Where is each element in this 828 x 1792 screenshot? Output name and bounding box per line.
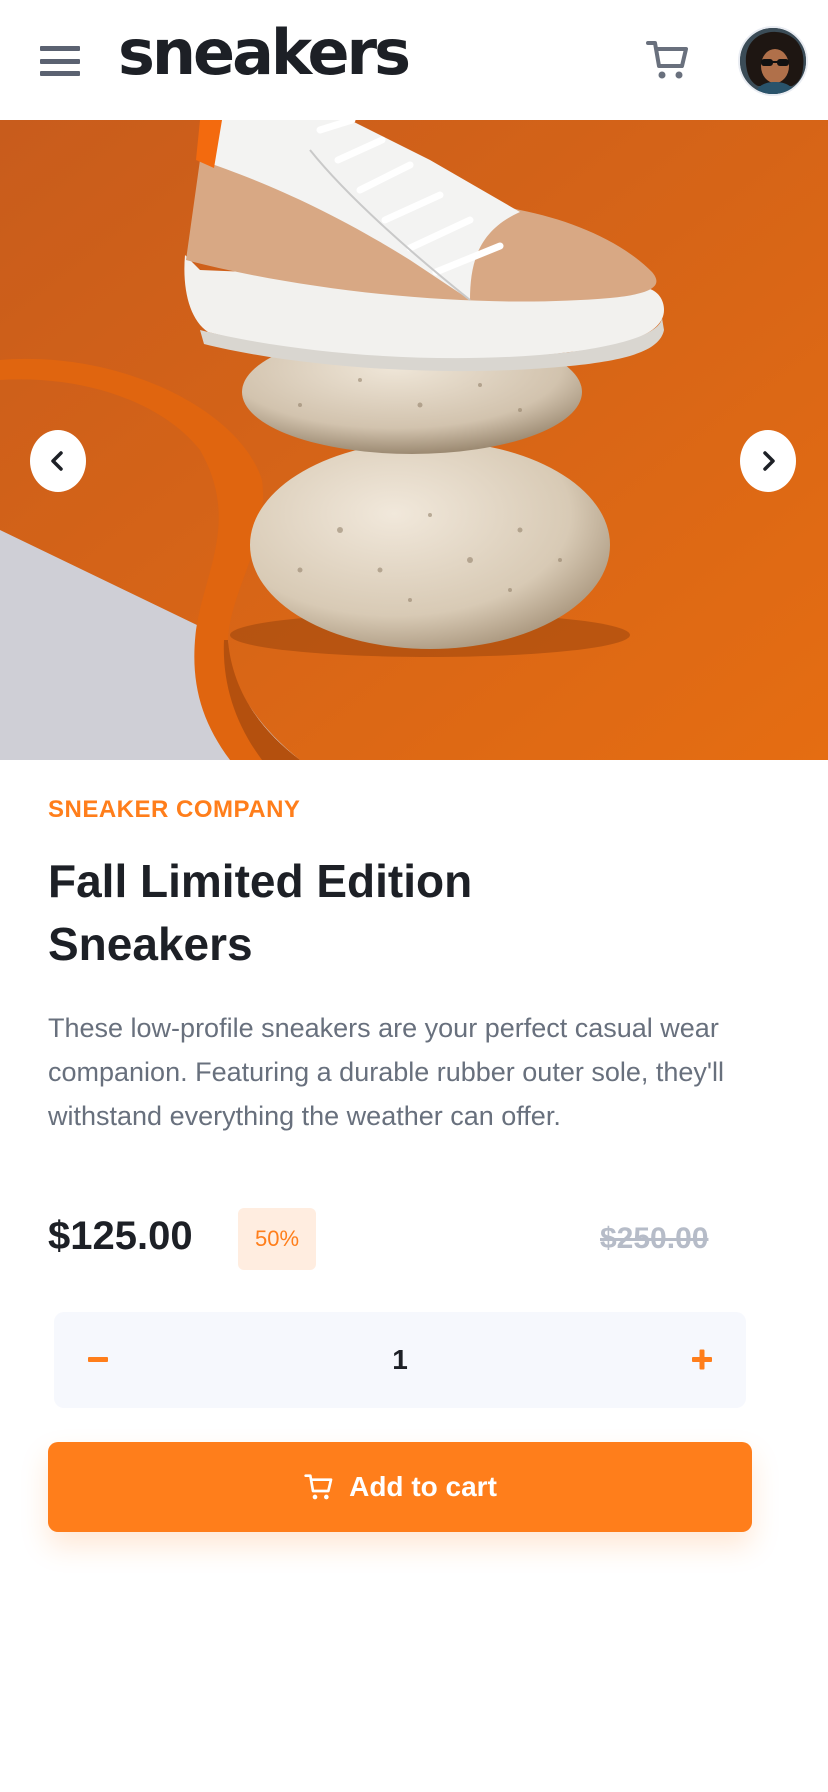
quantity-value: 1 bbox=[392, 1344, 408, 1375]
product-gallery bbox=[0, 120, 828, 760]
product-description: These low-profile sneakers are your perf… bbox=[48, 1013, 725, 1131]
product-page: sneakers SNEAKER COMPANY Fall Limited Ed… bbox=[0, 0, 828, 1792]
quantity-increase-button[interactable] bbox=[678, 1336, 726, 1384]
gallery-prev-button[interactable] bbox=[30, 430, 86, 492]
product-photo bbox=[0, 120, 828, 760]
gallery-next-button[interactable] bbox=[740, 430, 796, 492]
add-to-cart-button[interactable]: Add to cart bbox=[48, 1442, 752, 1532]
quantity-stepper: 1 bbox=[54, 1312, 746, 1408]
quantity-decrease-button[interactable] bbox=[74, 1336, 122, 1384]
original-price: $250.00 bbox=[600, 1222, 709, 1255]
chevron-left-icon bbox=[51, 451, 63, 471]
cart-icon[interactable] bbox=[644, 36, 692, 84]
product-title: Fall Limited Edition Sneakers bbox=[48, 855, 473, 970]
chevron-right-icon bbox=[763, 451, 775, 471]
company-name: SNEAKER COMPANY bbox=[48, 796, 301, 823]
top-header: sneakers bbox=[0, 0, 828, 120]
site-logo[interactable]: sneakers bbox=[118, 22, 411, 84]
plus-icon bbox=[692, 1349, 712, 1370]
current-price: $125.00 bbox=[48, 1214, 193, 1258]
cart-icon bbox=[304, 1474, 333, 1500]
hamburger-menu-icon[interactable] bbox=[40, 46, 80, 76]
minus-icon bbox=[88, 1357, 108, 1362]
user-avatar[interactable] bbox=[738, 26, 808, 96]
discount-badge: 50% bbox=[238, 1208, 316, 1270]
add-to-cart-label: Add to cart bbox=[349, 1471, 497, 1502]
